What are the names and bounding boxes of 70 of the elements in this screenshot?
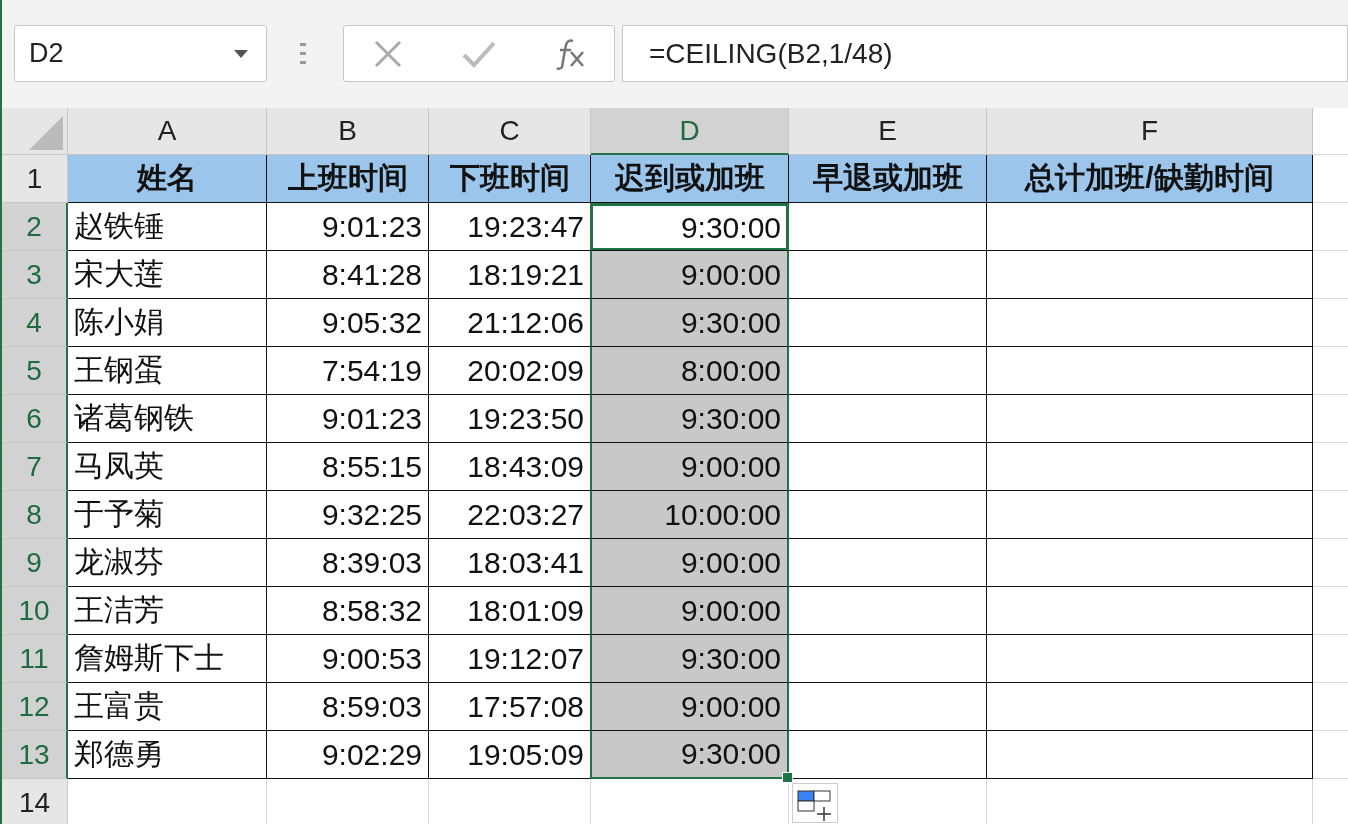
table-cell: 詹姆斯下士 (68, 635, 267, 683)
table-cell: 陈小娟 (68, 299, 267, 347)
column-header[interactable]: A (68, 108, 267, 155)
table-cell: 8:00:00 (590, 347, 789, 395)
name-box[interactable]: D2 (14, 25, 267, 82)
table-cell: 8:55:15 (267, 443, 429, 491)
cancel-icon[interactable] (373, 38, 404, 69)
grip-icon[interactable] (300, 42, 306, 65)
quick-analysis-icon[interactable] (792, 783, 838, 823)
table-cell: 7:54:19 (267, 347, 429, 395)
table-cell: 9:01:23 (267, 395, 429, 443)
table-cell: 8:39:03 (267, 539, 429, 587)
table-cell: 王富贵 (68, 683, 267, 731)
table-cell: 9:00:00 (590, 443, 789, 491)
table-cell: 诸葛钢铁 (68, 395, 267, 443)
dropdown-caret-icon[interactable] (234, 49, 248, 58)
row-header[interactable]: 9 (2, 539, 68, 587)
table-cell: 马凤英 (68, 443, 267, 491)
table-cell: 8:59:03 (267, 683, 429, 731)
table-cell: 9:30:00 (590, 635, 789, 683)
row-header[interactable]: 8 (2, 491, 68, 539)
table-cell: 9:02:29 (267, 731, 429, 779)
table-cell: 9:00:00 (590, 539, 789, 587)
table-cell: 9:00:00 (590, 587, 789, 635)
header-cell: 早退或加班 (789, 155, 987, 203)
header-cell: 上班时间 (267, 155, 429, 203)
table-cell: 9:00:00 (590, 251, 789, 299)
table-cell: 8:41:28 (267, 251, 429, 299)
column-header[interactable]: D (591, 108, 789, 155)
column-header[interactable]: B (267, 108, 429, 155)
row-header[interactable]: 14 (2, 779, 68, 824)
table-cell: 龙淑芬 (68, 539, 267, 587)
table-cell: 于予菊 (68, 491, 267, 539)
row-header[interactable]: 5 (2, 347, 68, 395)
table-cell: 9:32:25 (267, 491, 429, 539)
header-cell: 总计加班/缺勤时间 (987, 155, 1313, 203)
table-cell: 9:01:23 (267, 203, 429, 251)
table-cell: 郑德勇 (68, 731, 267, 779)
row-header[interactable]: 7 (2, 443, 68, 491)
formula-field[interactable]: =CEILING(B2,1/48) (622, 25, 1348, 82)
header-cell: 姓名 (68, 155, 267, 203)
table-cell: 10:00:00 (590, 491, 789, 539)
row-header[interactable]: 3 (2, 251, 68, 299)
table-cell: 宋大莲 (68, 251, 267, 299)
column-header[interactable]: C (429, 108, 591, 155)
table-cell: 9:30:00 (590, 395, 789, 443)
table-cell: 9:00:53 (267, 635, 429, 683)
header-cell: 下班时间 (429, 155, 591, 203)
header-cell: 迟到或加班 (591, 155, 789, 203)
table-cell: 王洁芳 (68, 587, 267, 635)
row-header[interactable]: 1 (2, 155, 68, 203)
row-header[interactable]: 11 (2, 635, 68, 683)
column-header[interactable]: F (987, 108, 1313, 155)
table-cell: 王钢蛋 (68, 347, 267, 395)
row-header[interactable]: 13 (2, 731, 68, 779)
checkmark-icon[interactable] (462, 39, 496, 68)
column-header[interactable]: E (789, 108, 987, 155)
row-header[interactable]: 2 (2, 203, 68, 251)
table-cell: 赵铁锤 (68, 203, 267, 251)
row-header[interactable]: 6 (2, 395, 68, 443)
table-cell: 9:00:00 (590, 683, 789, 731)
fill-handle[interactable] (782, 772, 793, 783)
function-icon[interactable] (554, 37, 585, 70)
row-header[interactable]: 4 (2, 299, 68, 347)
row-header[interactable]: 12 (2, 683, 68, 731)
table-cell: 8:58:32 (267, 587, 429, 635)
row-header[interactable]: 10 (2, 587, 68, 635)
table-cell: 9:05:32 (267, 299, 429, 347)
table-cell: 9:30:00 (590, 299, 789, 347)
table-cell: 9:30:00 (590, 203, 789, 251)
